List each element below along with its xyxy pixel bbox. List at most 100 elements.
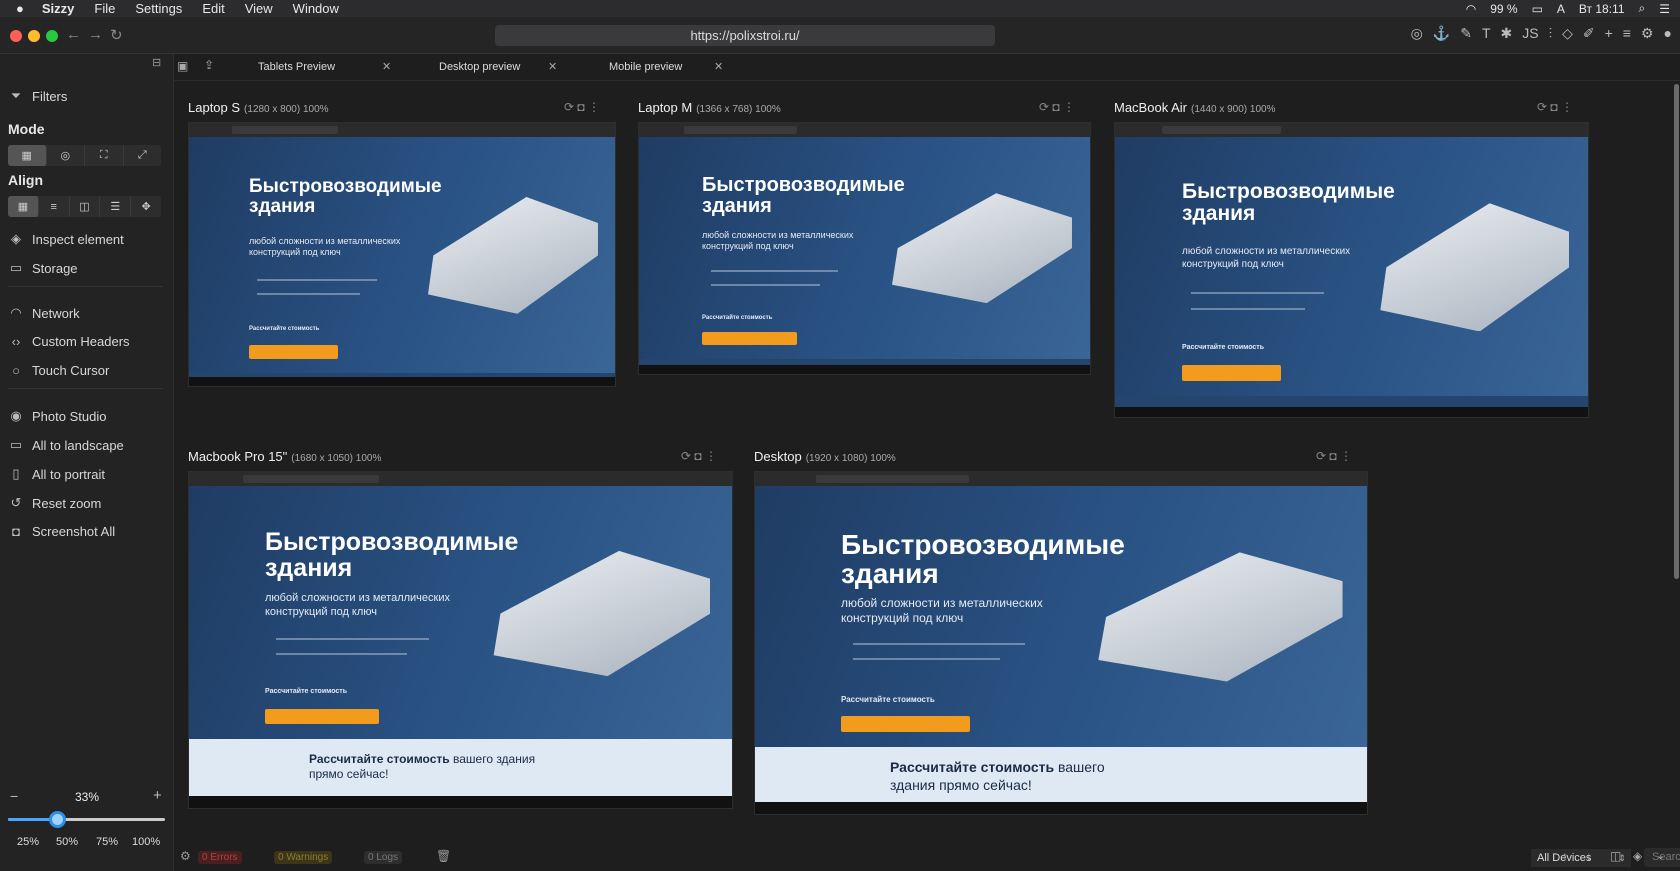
js-icon[interactable]: JS <box>1522 25 1538 42</box>
input-source-icon[interactable]: A <box>1557 2 1565 16</box>
mode-expand-icon[interactable]: ⤢ <box>124 145 162 166</box>
errors-badge[interactable]: 0 Errors <box>198 851 242 864</box>
settings-gear-icon[interactable]: ⚙ <box>180 849 191 863</box>
save-icon[interactable]: ▣ <box>177 59 188 73</box>
camera-icon[interactable]: ◘ <box>1052 100 1059 114</box>
device-preview[interactable]: Быстровозводимые здания любой сложности и… <box>754 471 1368 815</box>
plus-icon[interactable]: + <box>1605 25 1613 42</box>
more-icon[interactable]: ⋮ <box>705 449 717 463</box>
menu-settings[interactable]: Settings <box>135 1 182 16</box>
more-icon[interactable]: ⋮ <box>1340 449 1352 463</box>
camera-icon[interactable]: ◘ <box>577 100 584 114</box>
more-icon[interactable]: ⋮ <box>1561 100 1573 114</box>
list-icon[interactable]: ≡ <box>1623 25 1631 42</box>
more-icon[interactable]: ⋮ <box>1063 100 1075 114</box>
warnings-badge[interactable]: 0 Warnings <box>274 851 333 864</box>
wifi-icon[interactable]: ◠ <box>1466 2 1476 16</box>
photo-studio-button[interactable]: ◉ Photo Studio <box>8 408 106 424</box>
align-list-icon[interactable]: ☰ <box>100 196 132 217</box>
tab-mobile-preview[interactable]: Mobile preview <box>609 54 682 81</box>
tab-tablets-close-icon[interactable]: ✕ <box>382 54 391 81</box>
all-to-portrait-button[interactable]: ▯ All to portrait <box>8 466 105 482</box>
zoom-out-button[interactable]: − <box>10 788 18 804</box>
all-to-landscape-button[interactable]: ▭ All to landscape <box>8 437 124 453</box>
device-preview[interactable]: Быстровозводимые здания любой сложности и… <box>188 122 616 387</box>
chevron-down-icon[interactable]: ⌄ <box>1656 849 1665 862</box>
logs-badge[interactable]: 0 Logs <box>364 851 403 864</box>
menu-file[interactable]: File <box>94 1 115 16</box>
rotate-icon[interactable]: ⟳ <box>1537 100 1547 114</box>
scrollbar-thumb[interactable] <box>1674 84 1679 579</box>
mode-grid-icon[interactable]: ▦ <box>8 145 47 166</box>
camera-icon[interactable]: ◘ <box>1550 100 1557 114</box>
tab-mobile-close-icon[interactable]: ✕ <box>714 54 723 81</box>
align-center-icon[interactable]: ≡ <box>39 196 70 217</box>
network-button[interactable]: ◠ Network <box>8 305 79 321</box>
mode-frame-icon[interactable]: ⛶ <box>85 145 124 166</box>
text-icon[interactable]: T <box>1482 25 1491 42</box>
tab-desktop-preview[interactable]: Desktop preview <box>439 54 520 81</box>
zoom-slider[interactable] <box>8 811 165 828</box>
spotlight-icon[interactable]: ⌕ <box>1639 1 1646 16</box>
url-bar[interactable]: https://polixstroi.ru/ <box>495 25 995 46</box>
maximize-window-icon[interactable] <box>46 30 58 42</box>
custom-headers-button[interactable]: ‹› Custom Headers <box>8 334 130 349</box>
compass-icon[interactable]: ◎ <box>1411 25 1423 42</box>
minimize-window-icon[interactable] <box>28 30 40 42</box>
mode-focus-icon[interactable]: ◎ <box>47 145 85 166</box>
align-columns-icon[interactable]: ◫ <box>70 196 101 217</box>
screenshot-all-button[interactable]: ◘ Screenshot All <box>8 524 115 539</box>
bug-icon[interactable]: ✱ <box>1501 25 1513 42</box>
cube-icon[interactable]: ◇ <box>1562 25 1573 42</box>
device-preview[interactable]: Быстровозводимые здания любой сложности и… <box>188 471 733 809</box>
settings-gear-icon[interactable]: ⚙ <box>1641 25 1654 42</box>
camera-icon[interactable]: ◘ <box>1329 449 1336 463</box>
reload-icon[interactable]: ↻ <box>110 26 123 44</box>
close-window-icon[interactable] <box>10 30 22 42</box>
trash-icon[interactable]: 🗑 <box>436 849 451 863</box>
zoom-in-button[interactable]: + <box>153 787 162 804</box>
menu-window[interactable]: Window <box>293 1 339 16</box>
brush-icon[interactable]: ✐ <box>1583 25 1595 42</box>
rotate-icon[interactable]: ⟳ <box>1316 449 1326 463</box>
share-icon[interactable]: ⇪ <box>204 58 214 72</box>
zoom-slider-knob[interactable] <box>48 811 66 828</box>
arrow-up-icon[interactable]: ↑ <box>1562 849 1568 863</box>
clock[interactable]: Вт 18:11 <box>1579 2 1625 16</box>
more-icon[interactable]: ⋮ <box>588 100 600 114</box>
reset-zoom-button[interactable]: ↺ Reset zoom <box>8 495 102 511</box>
device-preview[interactable]: Быстровозводимые здания любой сложности и… <box>1114 122 1589 418</box>
apple-icon[interactable]: ● <box>16 1 24 16</box>
storage-button[interactable]: ▭ Storage <box>8 260 78 276</box>
app-name-menu[interactable]: Sizzy <box>42 1 75 16</box>
tab-desktop-close-icon[interactable]: ✕ <box>548 54 557 81</box>
camera-icon[interactable]: ◘ <box>694 449 701 463</box>
panel-icon[interactable]: ◫ <box>1610 849 1621 863</box>
zoom-preset-75[interactable]: 75% <box>96 836 118 848</box>
battery-label[interactable]: 99 % <box>1490 2 1517 16</box>
zoom-preset-50[interactable]: 50% <box>56 836 78 848</box>
zoom-preset-100[interactable]: 100% <box>132 836 160 848</box>
account-dot-icon[interactable]: ● <box>1664 25 1672 42</box>
align-move-icon[interactable]: ✥ <box>131 196 161 217</box>
sliders-icon[interactable]: ⫶ <box>1549 25 1553 42</box>
zoom-preset-25[interactable]: 25% <box>17 836 39 848</box>
control-center-icon[interactable]: ☰ <box>1659 2 1670 16</box>
inspect-element-button[interactable]: ◈ Inspect element <box>8 231 124 247</box>
menu-view[interactable]: View <box>245 1 273 16</box>
arrow-down-icon[interactable]: ↓ <box>1586 849 1592 863</box>
back-arrow-icon[interactable]: ← <box>66 26 81 43</box>
battery-icon[interactable]: ▭ <box>1532 2 1543 16</box>
rotate-icon[interactable]: ⟳ <box>1039 100 1049 114</box>
menu-edit[interactable]: Edit <box>202 1 224 16</box>
device-preview[interactable]: Быстровозводимые здания любой сложности и… <box>638 122 1091 375</box>
layers-stack-icon[interactable]: ◈ <box>1633 849 1642 863</box>
anchor-icon[interactable]: ⚓ <box>1433 25 1450 42</box>
filters-button[interactable]: ⏷ Filters <box>8 88 68 104</box>
collapse-sidebar-icon[interactable]: ⊟ <box>152 56 161 69</box>
rotate-icon[interactable]: ⟳ <box>564 100 574 114</box>
align-grid-icon[interactable]: ▦ <box>8 196 39 217</box>
forward-arrow-icon[interactable]: → <box>88 26 103 43</box>
touch-cursor-button[interactable]: ○ Touch Cursor <box>8 363 109 378</box>
rotate-icon[interactable]: ⟳ <box>681 449 691 463</box>
